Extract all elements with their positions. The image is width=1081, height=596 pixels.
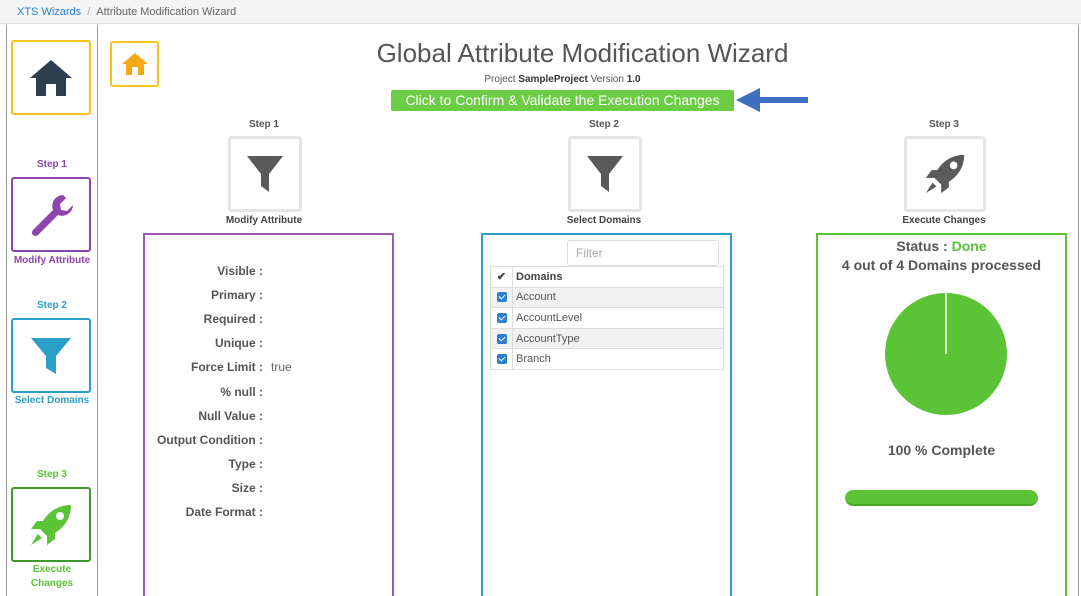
sidebar-label-execute-line2: Changes [30,578,74,589]
home-button[interactable] [110,41,159,87]
modify-attribute-panel: Visible : Primary : Required : Unique : Forc… [143,233,394,596]
sidebar: Step 1 Modify Attribute Step 2 Select Do… [6,25,98,596]
attribute-label: Primary : [210,288,263,303]
project-version: 1.0 [626,74,641,85]
page-title: Global Attribute Modification Wizard [376,38,789,68]
domain-filter-input[interactable]: Filter [567,240,719,266]
progress-bar-fill [845,490,1038,506]
domains-header-row: ✔ Domains [490,266,724,288]
sidebar-item-modify-attribute[interactable] [11,177,91,252]
project-name: SampleProject [518,74,588,85]
rocket-icon [31,504,71,545]
attribute-label: % null : [220,384,263,399]
table-row[interactable]: AccountType [490,327,724,350]
attribute-label: Required : [203,312,263,327]
sidebar-label-modify-attribute[interactable]: Modify Attribute [6,254,98,268]
sidebar-item-select-domains[interactable] [11,318,91,393]
attribute-label: Null Value : [198,408,263,423]
attribute-label: Force Limit : [190,360,263,375]
completion-text: 100 % Complete [887,442,996,458]
attribute-row: Output Condition : [145,433,391,449]
progress-bar [845,490,1038,506]
attribute-row: Force Limit : true [145,360,391,376]
attribute-label: Visible : [217,264,263,278]
attribute-row: Type : [145,457,391,473]
breadcrumb-current: Attribute Modification Wizard [96,6,237,18]
home-icon [121,53,148,75]
breadcrumb: XTS Wizards / Attribute Modification Wizar… [0,0,1081,24]
attribute-label: Size : [231,480,263,495]
rocket-icon [925,154,965,194]
sidebar-step3-caption: Step 3 [36,469,67,480]
step1-caption: Step 1 [248,119,279,130]
version-prefix: Version [590,74,624,85]
sidebar-item-execute-changes[interactable] [11,487,91,562]
project-info: Project SampleProject Version 1.0 [350,74,775,85]
domain-checkbox[interactable] [490,307,513,329]
checkbox-checked-icon [496,292,507,303]
step2-icon-tile[interactable] [568,136,642,212]
step3-caption: Step 3 [928,119,959,130]
domains-processed-text: 4 out of 4 Domains processed [841,257,1042,273]
step3-name: Execute Changes [902,215,986,226]
sidebar-label-execute-changes[interactable]: Execute Changes [6,563,98,591]
progress-pie-chart [885,293,1007,415]
attribute-row: Primary : [145,288,391,304]
domain-name: Account [512,286,724,309]
domain-checkbox[interactable] [490,348,513,370]
status-text: Status : Done [818,238,1065,254]
sidebar-step1-caption: Step 1 [36,159,67,170]
attribute-label: Unique : [215,336,263,351]
step3-icon-tile[interactable] [904,136,986,212]
table-row[interactable]: Branch [490,348,724,370]
step1-name: Modify Attribute [225,215,303,226]
domain-name: AccountLevel [512,307,724,329]
status-value: Done [951,238,987,254]
sidebar-label-select-domains[interactable]: Select Domains [6,394,98,408]
filter-icon [247,156,283,192]
step1-icon-tile[interactable] [228,136,302,212]
domain-checkbox[interactable] [490,327,513,350]
table-row[interactable]: AccountLevel [490,307,724,329]
attribute-value: true [271,360,292,375]
attribute-row: Required : [145,312,391,328]
breadcrumb-separator: / [87,6,91,18]
sidebar-label-execute-line1: Execute [32,564,72,575]
annotation-arrow-icon [736,88,808,112]
attribute-row: Unique : [145,336,391,352]
select-all-checkmark-icon[interactable]: ✔ [490,266,513,288]
wrench-icon [31,194,73,236]
sidebar-home-button[interactable] [11,40,91,115]
attribute-row: Date Format : [145,505,391,521]
domains-column-header: Domains [512,266,724,288]
domain-name: AccountType [512,327,724,350]
table-row[interactable]: Account [490,286,724,309]
attribute-row: Size : [145,481,391,497]
sidebar-step2-caption: Step 2 [36,300,67,311]
domain-name: Branch [512,348,724,370]
attribute-row: Visible : [145,264,391,280]
checkbox-checked-icon [496,354,507,365]
attribute-label: Date Format : [185,505,263,519]
project-prefix: Project [484,74,516,85]
attribute-label: Type : [228,456,263,471]
attribute-row: % null : [145,385,391,401]
checkbox-checked-icon [496,313,507,324]
attribute-row: Null Value : [145,409,391,425]
status-label: Status : [896,238,948,254]
breadcrumb-root-link[interactable]: XTS Wizards [17,6,81,18]
filter-icon [587,156,623,192]
step2-caption: Step 2 [588,119,619,130]
domain-checkbox[interactable] [490,286,513,309]
step2-name: Select Domains [566,215,642,226]
checkbox-checked-icon [496,333,507,344]
confirm-validate-button[interactable]: Click to Confirm & Validate the Executio… [391,90,734,111]
filter-icon [31,337,71,374]
attribute-label: Output Condition : [157,432,263,447]
home-icon [30,59,72,96]
domains-table: ✔ Domains Account AccountLevel AccountTy… [490,266,724,370]
